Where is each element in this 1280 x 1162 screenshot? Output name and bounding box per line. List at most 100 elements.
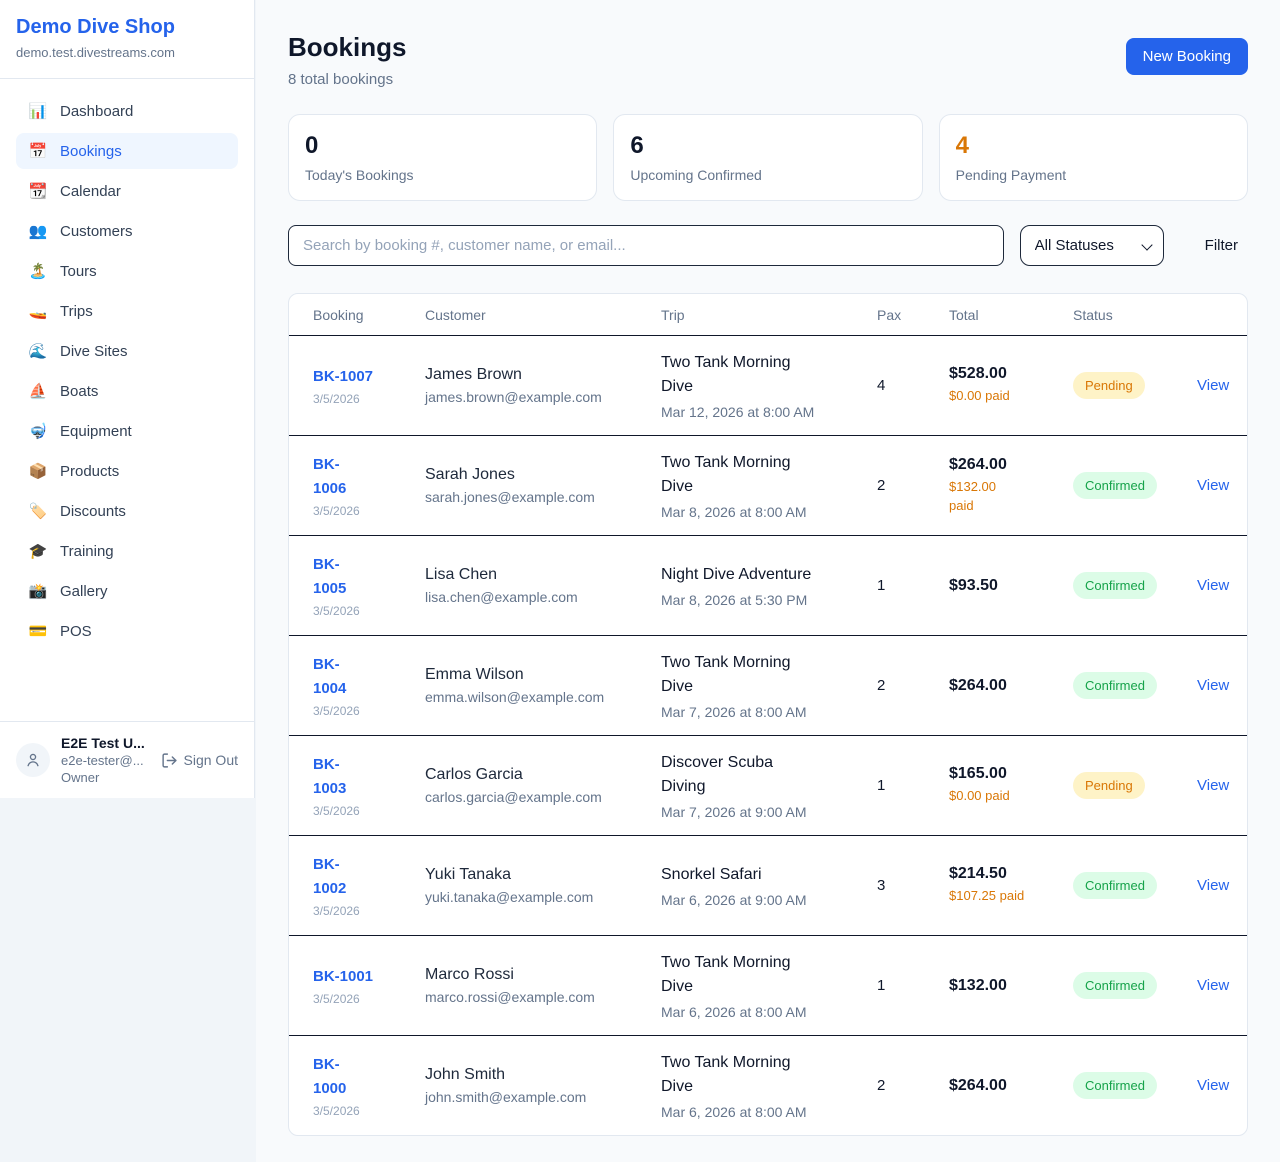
booking-date: 3/5/2026 xyxy=(313,904,425,918)
view-link[interactable]: View xyxy=(1197,777,1223,794)
customer-cell: John Smith john.smith@example.com xyxy=(425,1066,661,1105)
booking-id-link[interactable]: BK- 1002 xyxy=(313,853,425,900)
booking-id-link[interactable]: BK- 1006 xyxy=(313,453,425,500)
trip-cell: Discover Scuba Diving Mar 7, 2026 at 9:0… xyxy=(661,751,877,820)
trip-datetime: Mar 6, 2026 at 9:00 AM xyxy=(661,892,877,908)
col-trip: Trip xyxy=(661,307,877,323)
trip-name: Snorkel Safari xyxy=(661,863,877,887)
sidebar-item-equipment[interactable]: 🤿 Equipment xyxy=(16,413,238,449)
customer-cell: Sarah Jones sarah.jones@example.com xyxy=(425,466,661,505)
booking-cell: BK- 1006 3/5/2026 xyxy=(313,453,425,518)
table-row: BK-1007 3/5/2026 James Brown james.brown… xyxy=(289,335,1247,435)
booking-date: 3/5/2026 xyxy=(313,704,425,718)
stat-value: 4 xyxy=(956,132,1231,160)
booking-id-link[interactable]: BK- 1004 xyxy=(313,653,425,700)
trip-cell: Snorkel Safari Mar 6, 2026 at 9:00 AM xyxy=(661,863,877,908)
customer-cell: James Brown james.brown@example.com xyxy=(425,366,661,405)
sign-out-button[interactable]: Sign Out xyxy=(161,752,238,769)
tours-icon: 🏝️ xyxy=(28,262,48,280)
view-link[interactable]: View xyxy=(1197,877,1223,894)
customer-email: marco.rossi@example.com xyxy=(425,989,661,1005)
table-row: BK- 1002 3/5/2026 Yuki Tanaka yuki.tanak… xyxy=(289,835,1247,935)
sidebar-item-trips[interactable]: 🚤 Trips xyxy=(16,293,238,329)
page-title: Bookings xyxy=(288,32,406,63)
pax-count: 2 xyxy=(877,477,949,494)
total-bookings-count: 8 total bookings xyxy=(288,71,406,88)
status-badge: Confirmed xyxy=(1073,872,1157,899)
sidebar-item-customers[interactable]: 👥 Customers xyxy=(16,213,238,249)
view-link[interactable]: View xyxy=(1197,477,1223,494)
booking-id-link[interactable]: BK- 1003 xyxy=(313,753,425,800)
user-info: E2E Test U... e2e-tester@... Owner xyxy=(61,735,150,785)
page-header: Bookings 8 total bookings New Booking xyxy=(288,32,1248,88)
customer-name: John Smith xyxy=(425,1066,661,1084)
status-cell: Confirmed xyxy=(1073,1072,1197,1099)
sidebar-item-discounts[interactable]: 🏷️ Discounts xyxy=(16,493,238,529)
bookings-page: Demo Dive Shop demo.test.divestreams.com… xyxy=(0,0,1280,1162)
sidebar-item-dashboard[interactable]: 📊 Dashboard xyxy=(16,93,238,129)
customer-cell: Marco Rossi marco.rossi@example.com xyxy=(425,966,661,1005)
status-select[interactable]: All Statuses xyxy=(1020,225,1164,266)
sign-out-label: Sign Out xyxy=(184,752,238,768)
status-badge: Confirmed xyxy=(1073,1072,1157,1099)
search-input[interactable] xyxy=(288,225,1004,266)
sidebar-item-boats[interactable]: ⛵ Boats xyxy=(16,373,238,409)
booking-date: 3/5/2026 xyxy=(313,392,425,406)
status-badge: Pending xyxy=(1073,372,1145,399)
booking-date: 3/5/2026 xyxy=(313,1104,425,1118)
view-link[interactable]: View xyxy=(1197,1077,1223,1094)
trip-datetime: Mar 6, 2026 at 8:00 AM xyxy=(661,1004,877,1020)
filter-button[interactable]: Filter xyxy=(1195,237,1248,254)
booking-id-link[interactable]: BK-1001 xyxy=(313,965,425,988)
trip-name: Discover Scuba Diving xyxy=(661,751,877,799)
booking-cell: BK- 1002 3/5/2026 xyxy=(313,853,425,918)
sidebar-item-calendar[interactable]: 📆 Calendar xyxy=(16,173,238,209)
view-link[interactable]: View xyxy=(1197,377,1223,394)
brand-domain: demo.test.divestreams.com xyxy=(16,45,238,60)
status-cell: Confirmed xyxy=(1073,872,1197,899)
trip-name: Two Tank Morning Dive xyxy=(661,951,877,999)
view-link[interactable]: View xyxy=(1197,977,1223,994)
trip-name: Two Tank Morning Dive xyxy=(661,651,877,699)
pos-icon: 💳 xyxy=(28,622,48,640)
trip-datetime: Mar 12, 2026 at 8:00 AM xyxy=(661,404,877,420)
sidebar-item-training[interactable]: 🎓 Training xyxy=(16,533,238,569)
total-amount: $264.00 xyxy=(949,1077,1073,1095)
table-row: BK- 1006 3/5/2026 Sarah Jones sarah.jone… xyxy=(289,435,1247,535)
table-row: BK- 1005 3/5/2026 Lisa Chen lisa.chen@ex… xyxy=(289,535,1247,635)
booking-id-link[interactable]: BK- 1000 xyxy=(313,1053,425,1100)
view-link[interactable]: View xyxy=(1197,577,1223,594)
trip-name: Two Tank Morning Dive xyxy=(661,1051,877,1099)
customer-email: sarah.jones@example.com xyxy=(425,489,661,505)
sidebar-item-dive-sites[interactable]: 🌊 Dive Sites xyxy=(16,333,238,369)
training-icon: 🎓 xyxy=(28,542,48,560)
pax-count: 3 xyxy=(877,877,949,894)
status-cell: Confirmed xyxy=(1073,472,1197,499)
status-badge: Confirmed xyxy=(1073,572,1157,599)
table-row: BK- 1000 3/5/2026 John Smith john.smith@… xyxy=(289,1035,1247,1135)
stat-card-pending-payment: 4Pending Payment xyxy=(939,114,1248,201)
status-cell: Confirmed xyxy=(1073,972,1197,999)
sidebar-item-pos[interactable]: 💳 POS xyxy=(16,613,238,649)
booking-id-link[interactable]: BK-1007 xyxy=(313,365,425,388)
sidebar-item-bookings[interactable]: 📅 Bookings xyxy=(16,133,238,169)
total-amount: $528.00 xyxy=(949,365,1073,383)
total-cell: $132.00 xyxy=(949,977,1073,995)
booking-id-link[interactable]: BK- 1005 xyxy=(313,553,425,600)
booking-cell: BK- 1003 3/5/2026 xyxy=(313,753,425,818)
avatar xyxy=(16,743,50,777)
sidebar-item-products[interactable]: 📦 Products xyxy=(16,453,238,489)
sidebar-item-gallery[interactable]: 📸 Gallery xyxy=(16,573,238,609)
customer-email: james.brown@example.com xyxy=(425,389,661,405)
pax-count: 1 xyxy=(877,977,949,994)
table-body: BK-1007 3/5/2026 James Brown james.brown… xyxy=(289,335,1247,1135)
user-email: e2e-tester@... xyxy=(61,753,150,768)
status-cell: Confirmed xyxy=(1073,672,1197,699)
view-link[interactable]: View xyxy=(1197,677,1223,694)
booking-cell: BK- 1005 3/5/2026 xyxy=(313,553,425,618)
sidebar-item-tours[interactable]: 🏝️ Tours xyxy=(16,253,238,289)
trip-cell: Night Dive Adventure Mar 8, 2026 at 5:30… xyxy=(661,563,877,608)
new-booking-button[interactable]: New Booking xyxy=(1126,38,1248,75)
total-cell: $93.50 xyxy=(949,577,1073,595)
total-amount: $264.00 xyxy=(949,456,1073,474)
